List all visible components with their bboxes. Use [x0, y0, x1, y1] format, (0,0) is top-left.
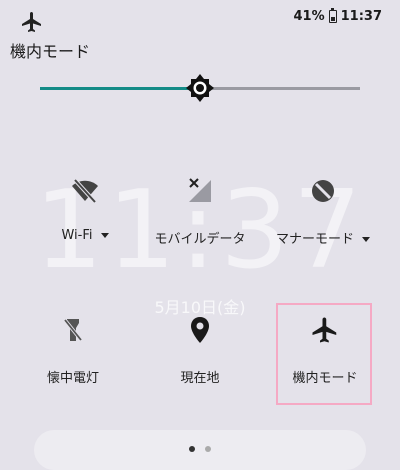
- chevron-down-icon[interactable]: [100, 233, 109, 238]
- tile-label: 現在地: [180, 371, 220, 386]
- status-bar: 41% 11:37: [0, 0, 400, 34]
- flashlight-off-icon: [63, 318, 83, 342]
- page-dot: [204, 446, 211, 452]
- tile-label: マナーモード: [275, 232, 354, 247]
- brightness-track-fill: [40, 87, 200, 90]
- highlight-box: [276, 303, 372, 405]
- brightness-icon[interactable]: [185, 73, 215, 103]
- airplane-status-icon: [22, 12, 41, 32]
- chevron-down-icon[interactable]: [362, 237, 370, 242]
- mobile-data-off-icon: [189, 178, 211, 202]
- status-right: 41% 11:37: [293, 8, 382, 24]
- tile-label: Wi-Fi: [61, 228, 93, 243]
- tile-silent-mode[interactable]: マナーモード: [268, 176, 378, 247]
- brightness-slider[interactable]: [40, 73, 360, 103]
- tile-label: モバイルデータ: [154, 232, 246, 247]
- wifi-off-icon: [72, 178, 98, 204]
- tile-mobile-data[interactable]: モバイルデータ: [145, 176, 255, 247]
- tile-label: 懐中電灯: [46, 371, 99, 386]
- battery-percent: 41%: [293, 9, 325, 24]
- brightness-track: [200, 87, 360, 90]
- battery-icon: [328, 8, 337, 23]
- do-not-disturb-icon: [312, 180, 334, 202]
- tile-location[interactable]: 現在地: [145, 315, 255, 386]
- page-dot-active: [189, 446, 196, 452]
- page-indicator: [0, 437, 400, 456]
- tile-wifi[interactable]: Wi-Fi: [30, 176, 140, 243]
- location-icon: [191, 317, 209, 343]
- header-title: 機内モード: [10, 42, 91, 61]
- tile-flashlight[interactable]: 懐中電灯: [18, 315, 128, 386]
- clock: 11:37: [340, 9, 382, 24]
